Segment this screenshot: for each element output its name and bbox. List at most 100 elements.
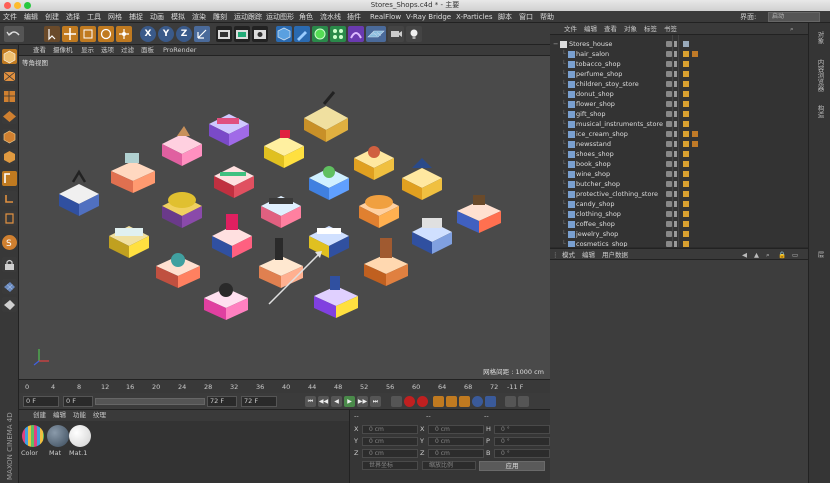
material-tag-icon[interactable]: [683, 121, 689, 127]
apply-button[interactable]: 应用: [479, 461, 545, 471]
go-to-end-button[interactable]: ⏭: [370, 396, 381, 407]
menu-mesh[interactable]: 网格: [108, 11, 122, 23]
make-editable-icon[interactable]: [2, 49, 17, 64]
pen-icon[interactable]: [294, 26, 310, 42]
render-toggle[interactable]: [674, 51, 677, 57]
render-toggle[interactable]: [674, 171, 677, 177]
object-row[interactable]: └ donut_shop: [550, 89, 808, 99]
object-row[interactable]: └ candy_shop: [550, 199, 808, 209]
material-swatch[interactable]: [69, 425, 91, 447]
object-menu-tags[interactable]: 标签: [644, 23, 657, 35]
viewport-menu-panel[interactable]: 面板: [141, 45, 154, 56]
timeline-settings-icon[interactable]: [505, 396, 516, 407]
object-row[interactable]: └ cosmetics_shop: [550, 239, 808, 247]
object-row[interactable]: └ clothing_shop: [550, 209, 808, 219]
tab-structure[interactable]: 构造: [815, 105, 825, 118]
axis-mode-icon[interactable]: [2, 191, 17, 206]
object-row[interactable]: └ gift_shop: [550, 109, 808, 119]
light-icon[interactable]: [406, 26, 422, 42]
timeline-ruler[interactable]: 0 4 8 12 16 20 24 28 32 36 40 44 48 52 5…: [19, 379, 550, 393]
menu-render[interactable]: 渲染: [192, 11, 206, 23]
previous-frame-button[interactable]: ◀: [331, 396, 342, 407]
texture-tag-icon[interactable]: [692, 51, 698, 57]
material-tag-icon[interactable]: [683, 151, 689, 157]
object-row[interactable]: └ children_stoy_store: [550, 79, 808, 89]
render-toggle[interactable]: [674, 201, 677, 207]
object-menu-view[interactable]: 查看: [604, 23, 617, 35]
viewport-menu-prorender[interactable]: ProRender: [163, 45, 196, 56]
material-tag-icon[interactable]: [683, 81, 689, 87]
preview-start-field[interactable]: 0 F: [63, 396, 93, 407]
record-active-icon[interactable]: [404, 396, 415, 407]
menu-select[interactable]: 选择: [66, 11, 80, 23]
render-toggle[interactable]: [674, 91, 677, 97]
object-row[interactable]: └ musical_instruments_store: [550, 119, 808, 129]
menu-file[interactable]: 文件: [3, 11, 17, 23]
close-window-button[interactable]: [4, 2, 11, 9]
rotation-b-field[interactable]: 0 °: [494, 449, 550, 458]
array-icon[interactable]: [330, 26, 346, 42]
menu-edit[interactable]: 编辑: [24, 11, 38, 23]
object-row[interactable]: └ ice_cream_shop: [550, 129, 808, 139]
menu-mograph[interactable]: 运动图形: [266, 11, 294, 23]
menu-script[interactable]: 脚本: [498, 11, 512, 23]
object-row[interactable]: └ perfume_shop: [550, 69, 808, 79]
material-menu-create[interactable]: 创建: [33, 410, 46, 421]
autokey-icon[interactable]: [417, 396, 428, 407]
end-frame-field[interactable]: 72 F: [241, 396, 277, 407]
object-row[interactable]: └ protective_clothing_store: [550, 189, 808, 199]
menu-tools[interactable]: 工具: [87, 11, 101, 23]
expand-toggle-icon[interactable]: −: [553, 39, 558, 49]
snap-icon[interactable]: S: [2, 235, 17, 250]
object-menu-file[interactable]: 文件: [564, 23, 577, 35]
object-row[interactable]: └ coffee_shop: [550, 219, 808, 229]
planar-workplane-icon[interactable]: [2, 297, 17, 312]
go-to-start-button[interactable]: ⏮: [305, 396, 316, 407]
object-menu-edit[interactable]: 编辑: [584, 23, 597, 35]
menu-vray-bridge[interactable]: V-Ray Bridge: [406, 11, 451, 23]
texture-tag-icon[interactable]: [692, 131, 698, 137]
viewport-menu-view[interactable]: 查看: [33, 45, 46, 56]
subdivision-icon[interactable]: [312, 26, 328, 42]
render-toggle[interactable]: [674, 81, 677, 87]
rotate-icon[interactable]: [98, 26, 114, 42]
menu-simulate[interactable]: 模拟: [171, 11, 185, 23]
move-icon[interactable]: [62, 26, 78, 42]
texture-mode-icon[interactable]: [2, 89, 17, 104]
rotation-p-field[interactable]: 0 °: [494, 437, 550, 446]
size-y-field[interactable]: 0 cm: [428, 437, 484, 446]
material-tag-icon[interactable]: [683, 201, 689, 207]
menu-pipeline[interactable]: 流水线: [320, 11, 341, 23]
object-row[interactable]: └ butcher_shop: [550, 179, 808, 189]
material-menu-texture[interactable]: 纹理: [93, 410, 106, 421]
size-mode-select[interactable]: 缩放比例: [422, 461, 476, 470]
scale-icon[interactable]: [80, 26, 96, 42]
object-menu-objects[interactable]: 对象: [624, 23, 637, 35]
key-scale-icon[interactable]: [459, 396, 470, 407]
edges-mode-icon[interactable]: [2, 149, 17, 164]
menu-create[interactable]: 创建: [45, 11, 59, 23]
position-z-field[interactable]: 0 cm: [362, 449, 418, 458]
start-frame-field[interactable]: 0 F: [23, 396, 59, 407]
undo-icon[interactable]: [4, 26, 24, 42]
render-view-icon[interactable]: [216, 26, 232, 42]
material-menu-function[interactable]: 功能: [73, 410, 86, 421]
tweak-mode-icon[interactable]: [2, 211, 17, 226]
material-tag-icon[interactable]: [683, 211, 689, 217]
object-row[interactable]: └ tobacco_shop: [550, 59, 808, 69]
viewport-menu-options[interactable]: 选项: [101, 45, 114, 56]
material-swatch[interactable]: [22, 425, 44, 447]
object-row[interactable]: └ book_shop: [550, 159, 808, 169]
search-icon[interactable]: ⌕: [790, 23, 794, 35]
object-row[interactable]: └ newsstand: [550, 139, 808, 149]
layout-select[interactable]: 启动: [768, 12, 820, 22]
material-tag-icon[interactable]: [683, 71, 689, 77]
material-tag-icon[interactable]: [683, 101, 689, 107]
move-tool-icon[interactable]: [116, 26, 132, 42]
material-tag-icon[interactable]: [683, 61, 689, 67]
texture-tag-icon[interactable]: [692, 141, 698, 147]
key-position-icon[interactable]: [433, 396, 444, 407]
menu-sculpt[interactable]: 雕刻: [213, 11, 227, 23]
render-toggle[interactable]: [674, 111, 677, 117]
render-toggle[interactable]: [674, 121, 677, 127]
